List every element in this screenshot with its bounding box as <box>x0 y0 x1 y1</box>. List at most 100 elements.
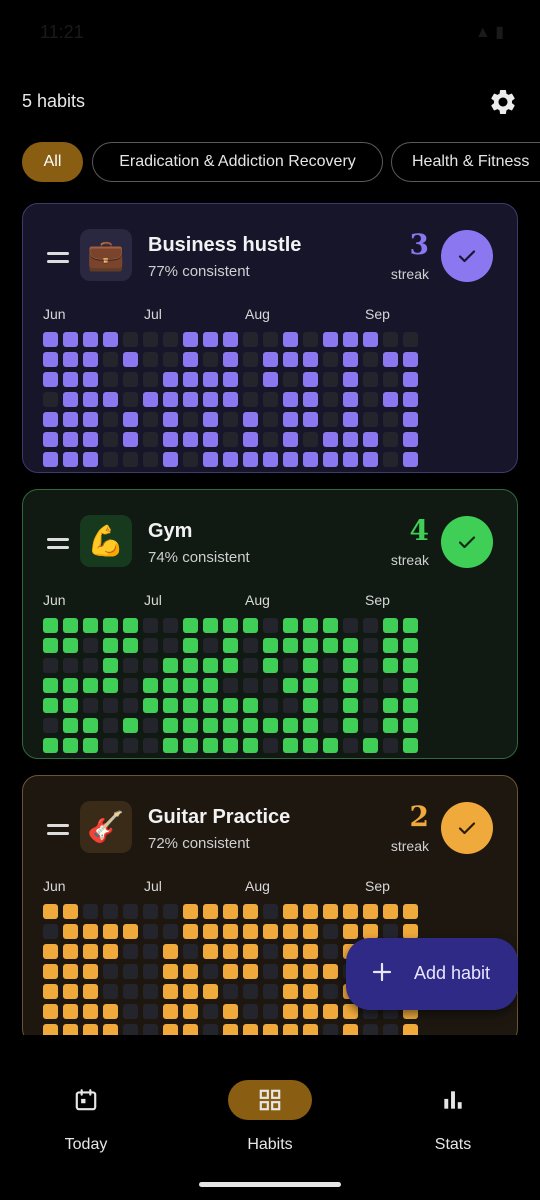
heatmap-cell <box>83 658 98 673</box>
heatmap-cell <box>323 638 338 653</box>
habit-list: 💼 Business hustle 77% consistent 3 strea… <box>0 195 540 1035</box>
heatmap-cell <box>303 738 318 753</box>
heatmap-cell <box>163 452 178 467</box>
heatmap-cell <box>263 924 278 939</box>
chip-label: Health & Fitness <box>412 153 530 170</box>
heatmap-cell <box>323 924 338 939</box>
heatmap-cell <box>283 1024 298 1035</box>
filter-chip-health[interactable]: Health & Fitness <box>391 142 540 182</box>
heatmap-cell <box>303 432 318 447</box>
heatmap-cell <box>123 638 138 653</box>
heatmap-cell <box>263 1004 278 1019</box>
heatmap-cell <box>163 332 178 347</box>
heatmap-cell <box>143 984 158 999</box>
heatmap-cell <box>263 332 278 347</box>
heatmap-cell <box>323 618 338 633</box>
heatmap-cell <box>343 392 358 407</box>
heatmap-cell <box>403 332 418 347</box>
heatmap-cell <box>343 738 358 753</box>
heatmap-cell <box>123 944 138 959</box>
habit-card[interactable]: 💪 Gym 74% consistent 4 streak Jun Jul Au… <box>22 489 518 759</box>
heatmap-cell <box>283 924 298 939</box>
heatmap-cell <box>103 1024 118 1035</box>
heatmap-cell <box>103 332 118 347</box>
heatmap-cell <box>223 904 238 919</box>
heatmap-cell <box>203 718 218 733</box>
heatmap-cell <box>63 904 78 919</box>
heatmap-cell <box>103 738 118 753</box>
heatmap-cell <box>183 944 198 959</box>
habit-heatmap <box>43 332 418 467</box>
filter-chip-all[interactable]: All <box>22 142 83 182</box>
heatmap-cell <box>223 944 238 959</box>
heatmap-cell <box>63 372 78 387</box>
heatmap-cell <box>43 372 58 387</box>
add-habit-button[interactable]: Add habit <box>346 938 518 1010</box>
heatmap-cell <box>263 432 278 447</box>
status-time: 11:21 <box>40 22 84 42</box>
heatmap-cell <box>163 698 178 713</box>
heatmap-cell <box>323 1004 338 1019</box>
heatmap-cell <box>123 452 138 467</box>
heatmap-cell <box>63 658 78 673</box>
heatmap-cell <box>183 372 198 387</box>
nav-today[interactable]: Today <box>16 1080 156 1160</box>
heatmap-cell <box>223 984 238 999</box>
home-indicator[interactable] <box>199 1182 341 1187</box>
heatmap-cell <box>243 718 258 733</box>
heatmap-cell <box>203 452 218 467</box>
heatmap-cell <box>383 332 398 347</box>
nav-habits[interactable]: Habits <box>200 1080 340 1160</box>
heatmap-cell <box>383 924 398 939</box>
heatmap-cell <box>243 698 258 713</box>
heatmap-cell <box>43 904 58 919</box>
heatmap-cell <box>183 332 198 347</box>
heatmap-cell <box>243 638 258 653</box>
heatmap-cell <box>403 678 418 693</box>
heatmap-cell <box>63 944 78 959</box>
heatmap-cell <box>203 738 218 753</box>
heatmap-cell <box>323 332 338 347</box>
filter-chip-eradication[interactable]: Eradication & Addiction Recovery <box>92 142 383 182</box>
heatmap-cell <box>383 352 398 367</box>
heatmap-cell <box>263 392 278 407</box>
heatmap-cell <box>243 1004 258 1019</box>
heatmap-cell <box>303 618 318 633</box>
heatmap-cell <box>263 372 278 387</box>
nav-stats[interactable]: Stats <box>383 1080 523 1160</box>
heatmap-cell <box>243 924 258 939</box>
heatmap-cell <box>403 638 418 653</box>
heatmap-cell <box>203 1024 218 1035</box>
heatmap-cell <box>203 618 218 633</box>
heatmap-cell <box>383 904 398 919</box>
heatmap-cell <box>303 984 318 999</box>
heatmap-cell <box>303 924 318 939</box>
heatmap-cell <box>83 904 98 919</box>
gear-icon[interactable] <box>488 87 518 117</box>
heatmap-cell <box>43 432 58 447</box>
heatmap-cell <box>143 944 158 959</box>
heatmap-cell <box>163 372 178 387</box>
plus-icon <box>372 962 392 982</box>
heatmap-cell <box>103 618 118 633</box>
heatmap-cell <box>203 904 218 919</box>
heatmap-cell <box>123 332 138 347</box>
heatmap-cell <box>203 412 218 427</box>
filter-chips: All Eradication & Addiction Recovery Hea… <box>0 142 540 184</box>
heatmap-cell <box>63 618 78 633</box>
heatmap-cell <box>323 352 338 367</box>
habit-card[interactable]: 💼 Business hustle 77% consistent 3 strea… <box>22 203 518 473</box>
heatmap-cell <box>283 372 298 387</box>
heatmap-cell <box>363 412 378 427</box>
heatmap-cell <box>283 698 298 713</box>
heatmap-cell <box>403 412 418 427</box>
heatmap-cell <box>43 618 58 633</box>
heatmap-cell <box>243 372 258 387</box>
heatmap-cell <box>183 352 198 367</box>
bar-chart-icon <box>411 1080 495 1120</box>
heatmap-cell <box>143 904 158 919</box>
heatmap-cell <box>403 658 418 673</box>
heatmap-cell <box>343 718 358 733</box>
heatmap-cell <box>103 964 118 979</box>
heatmap-cell <box>63 352 78 367</box>
